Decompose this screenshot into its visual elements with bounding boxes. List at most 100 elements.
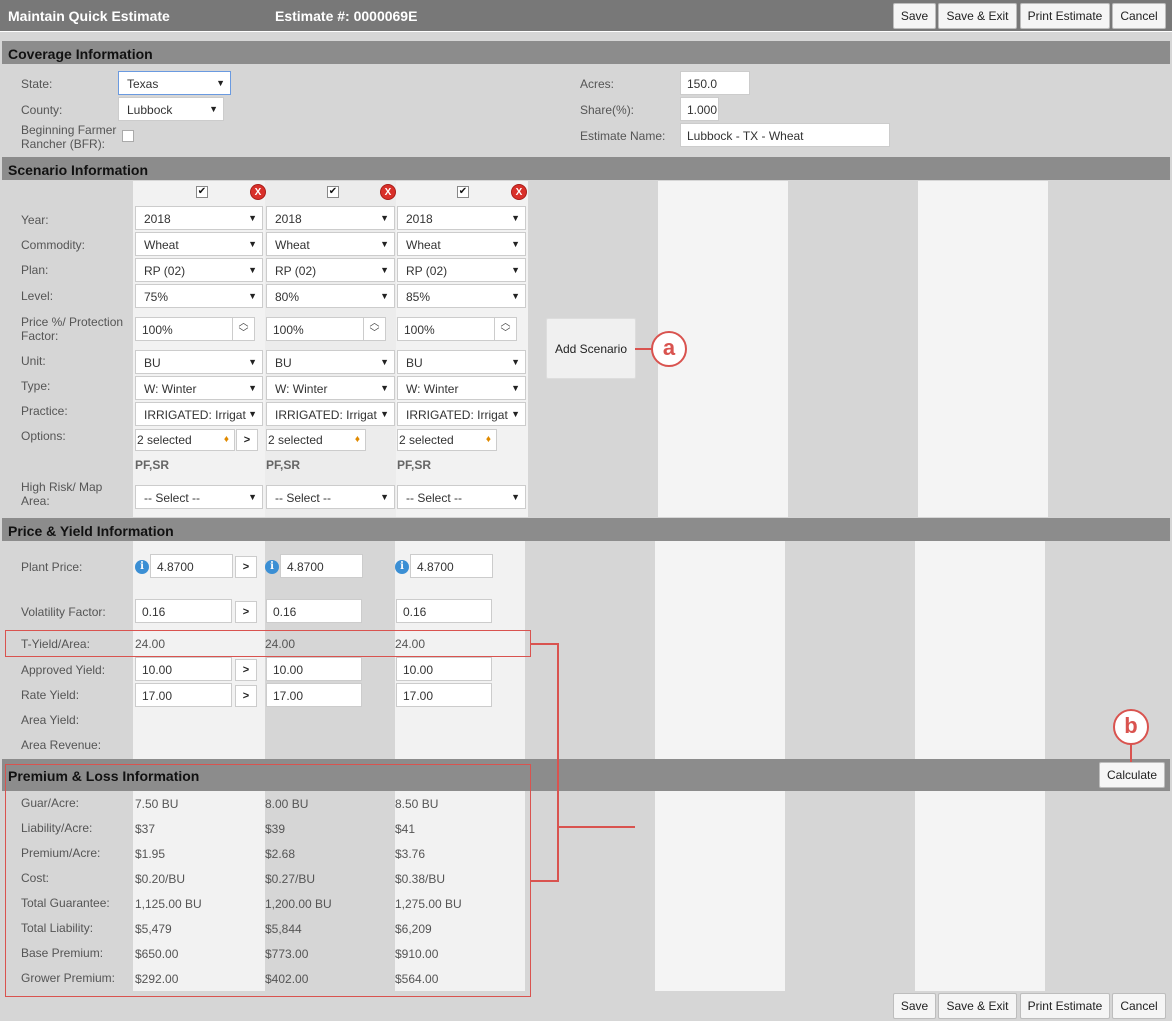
approved-yield-input[interactable]: 10.00 [266,657,362,681]
print-estimate-button[interactable]: Print Estimate [1020,993,1110,1019]
print-estimate-button[interactable]: Print Estimate [1020,3,1110,29]
volatility-label: Volatility Factor: [21,605,106,619]
empty-column-7 [915,541,1045,759]
volatility-input[interactable]: 0.16 [396,599,492,623]
state-select[interactable]: Texas ▼ [118,71,231,95]
add-scenario-button[interactable]: Add Scenario [546,318,636,379]
stepper-arrows-icon[interactable]: ︿ ﹀ [232,318,254,340]
level-select[interactable]: 80% ▼ [266,284,395,308]
copy-right-button[interactable]: > [235,556,257,578]
scenario-1-remove-icon[interactable]: X [250,184,266,200]
rate-yield-input[interactable]: 17.00 [135,683,232,707]
high-risk-select[interactable]: -- Select -- ▼ [397,485,526,509]
plant-price-input[interactable]: 4.8700 [150,554,233,578]
estimate-name-input[interactable]: Lubbock - TX - Wheat [680,123,890,147]
info-icon[interactable]: i [395,560,409,574]
practice-select[interactable]: IRRIGATED: Irrigat ▼ [135,402,263,426]
unit-select[interactable]: BU ▼ [397,350,526,374]
practice-select[interactable]: IRRIGATED: Irrigat ▼ [266,402,395,426]
plant-price-input[interactable]: 4.8700 [280,554,363,578]
county-select[interactable]: Lubbock ▼ [118,97,224,121]
sort-arrows-icon: ♦ [223,434,229,445]
year-select[interactable]: 2018 ▼ [397,206,526,230]
unit-select[interactable]: BU ▼ [266,350,395,374]
save-button[interactable]: Save [893,3,936,29]
info-icon[interactable]: i [135,560,149,574]
level-select[interactable]: 85% ▼ [397,284,526,308]
high-risk-select[interactable]: -- Select -- ▼ [135,485,263,509]
price-protection-stepper[interactable]: 100% ︿ ﹀ [266,317,386,341]
share-label: Share(%): [580,103,635,117]
scenario-2-remove-icon[interactable]: X [380,184,396,200]
volatility-input[interactable]: 0.16 [266,599,362,623]
chevron-down-icon: ▼ [380,291,389,301]
scenario-3-checkbox-icon[interactable]: ✔ [457,186,469,198]
calculate-button[interactable]: Calculate [1099,762,1165,788]
copy-right-button[interactable]: > [235,685,257,707]
info-icon[interactable]: i [265,560,279,574]
approved-yield-input[interactable]: 10.00 [135,657,232,681]
commodity-value: Wheat [144,238,179,252]
share-input[interactable]: 1.000 [680,97,719,121]
scenario-2-checkbox-icon[interactable]: ✔ [327,186,339,198]
plant-price-input[interactable]: 4.8700 [410,554,493,578]
chevron-down-icon: ▼ [248,409,257,419]
year-select[interactable]: 2018 ▼ [135,206,263,230]
copy-right-button[interactable]: > [236,429,258,451]
scenario-3-remove-icon[interactable]: X [511,184,527,200]
practice-select[interactable]: IRRIGATED: Irrigat ▼ [397,402,526,426]
commodity-select[interactable]: Wheat ▼ [397,232,526,256]
rate-yield-input[interactable]: 17.00 [396,683,492,707]
copy-right-button[interactable]: > [235,659,257,681]
commodity-value: Wheat [275,238,310,252]
chevron-down-icon: ▼ [511,357,520,367]
options-value: 2 selected [399,433,454,447]
state-label: State: [21,77,53,91]
unit-select[interactable]: BU ▼ [135,350,263,374]
options-codes: PF,SR [135,458,170,472]
chevron-down-icon: ▼ [380,492,389,502]
options-multiselect[interactable]: 2 selected ♦ [135,429,235,451]
plan-select[interactable]: RP (02) ▼ [397,258,526,282]
year-label: Year: [21,213,49,227]
commodity-select[interactable]: Wheat ▼ [135,232,263,256]
cancel-button[interactable]: Cancel [1112,993,1166,1019]
options-codes: PF,SR [266,458,301,472]
plan-select[interactable]: RP (02) ▼ [135,258,263,282]
bfr-checkbox[interactable] [122,130,134,142]
level-select[interactable]: 75% ▼ [135,284,263,308]
chevron-down-icon: ▼ [248,213,257,223]
price-protection-stepper[interactable]: 100% ︿ ﹀ [135,317,255,341]
plan-value: RP (02) [144,264,186,278]
approved-yield-input[interactable]: 10.00 [396,657,492,681]
high-risk-select[interactable]: -- Select -- ▼ [266,485,395,509]
save-exit-button[interactable]: Save & Exit [938,993,1017,1019]
year-value: 2018 [144,212,171,226]
scenario-1-checkbox-icon[interactable]: ✔ [196,186,208,198]
rate-yield-input[interactable]: 17.00 [266,683,362,707]
save-button[interactable]: Save [893,993,936,1019]
stepper-arrows-icon[interactable]: ︿ ﹀ [494,318,516,340]
type-label: Type: [21,379,51,393]
type-select[interactable]: W: Winter ▼ [135,376,263,400]
cancel-button[interactable]: Cancel [1112,3,1166,29]
options-multiselect[interactable]: 2 selected ♦ [266,429,366,451]
plan-select[interactable]: RP (02) ▼ [266,258,395,282]
chevron-down-icon: ▼ [248,492,257,502]
title-bar: Maintain Quick Estimate Estimate #: 0000… [0,0,1172,32]
copy-right-button[interactable]: > [235,601,257,623]
acres-input[interactable]: 150.0 [680,71,750,95]
year-select[interactable]: 2018 ▼ [266,206,395,230]
commodity-select[interactable]: Wheat ▼ [266,232,395,256]
unit-value: BU [144,356,161,370]
page-title: Maintain Quick Estimate [8,8,170,24]
type-select[interactable]: W: Winter ▼ [266,376,395,400]
empty-column-7 [918,181,1048,517]
volatility-input[interactable]: 0.16 [135,599,232,623]
chevron-down-icon: ▼ [248,291,257,301]
type-select[interactable]: W: Winter ▼ [397,376,526,400]
price-protection-stepper[interactable]: 100% ︿ ﹀ [397,317,517,341]
save-exit-button[interactable]: Save & Exit [938,3,1017,29]
stepper-arrows-icon[interactable]: ︿ ﹀ [363,318,385,340]
options-multiselect[interactable]: 2 selected ♦ [397,429,497,451]
